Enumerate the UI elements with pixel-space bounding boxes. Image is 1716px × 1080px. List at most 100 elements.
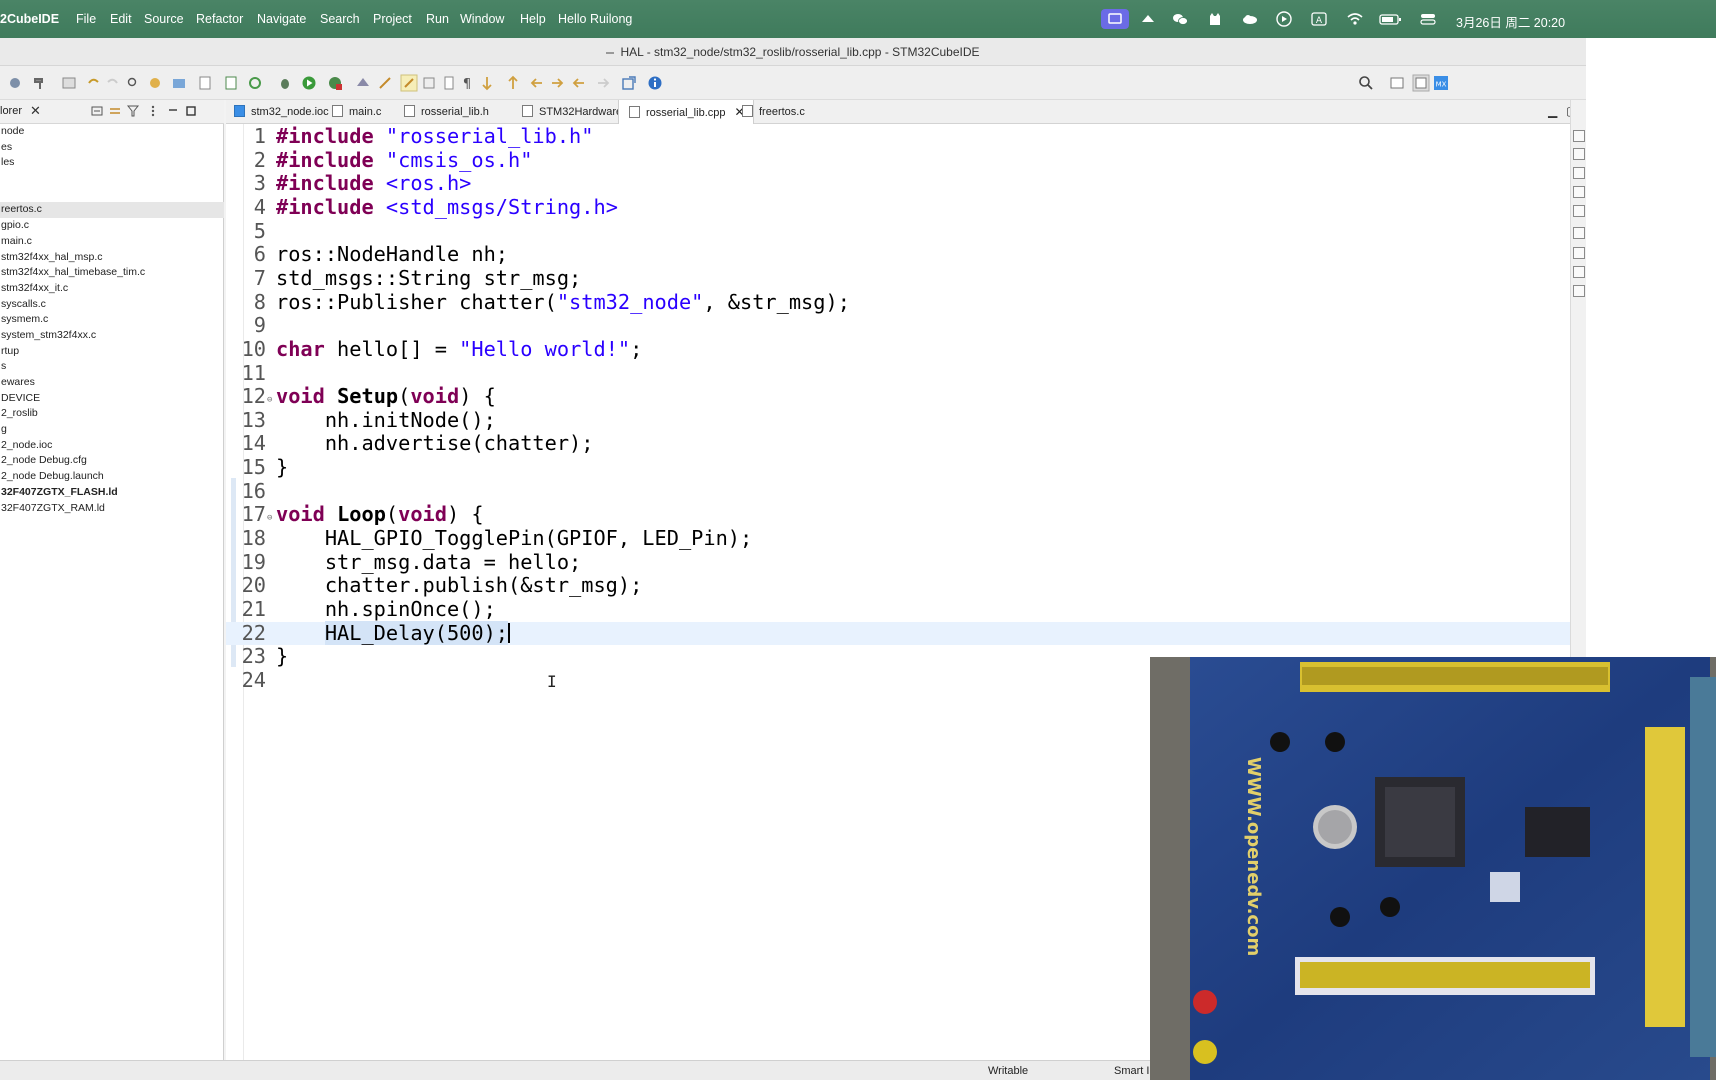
tree-item[interactable]: rtup [0, 344, 224, 360]
code-line[interactable]: 8 ros::Publisher chatter("stm32_node", &s… [226, 290, 1570, 315]
menu-help[interactable]: Help [520, 12, 546, 26]
next-annotation-icon[interactable] [478, 74, 496, 92]
menu-navigate[interactable]: Navigate [257, 12, 306, 26]
code-line[interactable]: 3 #include <ros.h> [226, 171, 1570, 196]
hammer-icon[interactable] [32, 74, 50, 92]
menu-run[interactable]: Run [426, 12, 449, 26]
bird-icon[interactable] [1138, 9, 1158, 29]
code-line[interactable]: 15} [226, 455, 1570, 480]
run-icon[interactable] [300, 74, 318, 92]
open-external-icon[interactable] [620, 74, 638, 92]
debug-icon[interactable] [276, 74, 294, 92]
editor-tab[interactable]: main.c [322, 100, 389, 124]
cpp-perspective-icon[interactable] [1412, 74, 1430, 92]
tree-item[interactable] [0, 171, 224, 187]
menu-file[interactable]: File [76, 12, 96, 26]
tree-item[interactable]: DEVICE [0, 391, 224, 407]
tree-item[interactable]: 2_node.ioc [0, 438, 224, 454]
code-line[interactable]: 9 [226, 314, 1570, 338]
tree-item[interactable]: 2_node Debug.launch [0, 469, 224, 485]
tree-item[interactable]: stm32f4xx_hal_timebase_tim.c [0, 265, 224, 281]
code-line[interactable]: 19 str_msg.data = hello; [226, 550, 1570, 575]
search-file-icon[interactable] [376, 74, 394, 92]
info-icon[interactable] [646, 74, 664, 92]
editor-tab[interactable]: freertos.c [732, 100, 813, 124]
toggle-block-icon[interactable] [420, 74, 438, 92]
view-icon[interactable] [1573, 167, 1585, 179]
back-icon[interactable] [570, 74, 588, 92]
cloud-icon[interactable] [1240, 9, 1260, 29]
tree-item[interactable]: syscalls.c [0, 297, 224, 313]
tree-item[interactable]: stm32f4xx_it.c [0, 281, 224, 297]
tree-item[interactable]: stm32f4xx_hal_msp.c [0, 250, 224, 266]
tree-item[interactable]: node [0, 124, 224, 140]
search-icon[interactable] [1357, 74, 1375, 92]
screen-mirror-icon[interactable] [1101, 9, 1129, 29]
search-tool-icon[interactable] [124, 74, 142, 92]
minimize-icon[interactable]: ▁ [1548, 104, 1557, 118]
link-editor-icon[interactable] [108, 104, 122, 118]
refresh-icon[interactable] [246, 74, 264, 92]
forward-icon[interactable] [594, 74, 612, 92]
maximize-icon[interactable] [184, 104, 198, 118]
code-line[interactable]: 21 nh.spinOnce(); [226, 597, 1570, 622]
code-line[interactable]: 14 nh.advertise(chatter); [226, 432, 1570, 456]
last-edit-icon[interactable] [528, 74, 546, 92]
wifi-icon[interactable] [1345, 9, 1365, 29]
menu-refactor[interactable]: Refactor [196, 12, 243, 26]
tree-item[interactable]: gpio.c [0, 218, 224, 234]
code-line[interactable]: 4 #include <std_msgs/String.h> [226, 195, 1570, 220]
tree-item[interactable]: reertos.c [0, 202, 224, 219]
open-perspective-icon[interactable] [1388, 74, 1406, 92]
code-line[interactable]: 5 [226, 219, 1570, 244]
view-menu-icon[interactable] [146, 104, 160, 118]
code-line[interactable]: 2 #include "cmsis_os.h" [226, 148, 1570, 173]
pilcrow-icon[interactable]: ¶ [458, 74, 476, 92]
tree-item[interactable]: 32F407ZGTX_RAM.ld [0, 501, 224, 517]
minimize-icon[interactable] [166, 104, 180, 118]
word-wrap-icon[interactable] [440, 74, 458, 92]
editor-tab[interactable]: rosserial_lib.h [394, 100, 497, 124]
menu-hello-ruilong[interactable]: Hello Ruilong [558, 12, 632, 26]
view-icon[interactable] [1573, 148, 1585, 160]
code-line[interactable]: 17 ⊖ void Loop(void) { [226, 503, 1570, 527]
binary-icon[interactable] [60, 74, 78, 92]
view-icon[interactable] [1573, 266, 1585, 278]
close-icon[interactable]: ✕ [30, 103, 41, 119]
view-icon[interactable] [1573, 227, 1585, 239]
external-tools-icon[interactable] [326, 74, 344, 92]
forward-edit-icon[interactable] [548, 74, 566, 92]
view-icon[interactable] [1573, 130, 1585, 142]
mx-perspective-icon[interactable]: MX [1432, 74, 1450, 92]
tree-item[interactable]: sysmem.c [0, 312, 224, 328]
hand-icon[interactable] [146, 74, 164, 92]
code-line[interactable]: 10 char hello[] = "Hello world!"; [226, 337, 1570, 362]
tree-item[interactable]: 2_roslib [0, 406, 224, 422]
play-icon[interactable] [1274, 9, 1294, 29]
build-config-icon[interactable] [6, 74, 24, 92]
code-line[interactable]: 20 chatter.publish(&str_msg); [226, 574, 1570, 598]
input-method-icon[interactable]: A [1309, 9, 1329, 29]
menu-search[interactable]: Search [320, 12, 360, 26]
tree-item[interactable]: main.c [0, 234, 224, 250]
menu-project[interactable]: Project [373, 12, 412, 26]
tree-item[interactable]: es [0, 140, 224, 156]
wechat-icon[interactable] [1170, 9, 1190, 29]
window-titlebar[interactable]: HAL - stm32_node/stm32_roslib/rosserial_… [0, 38, 1586, 66]
code-line[interactable]: 6 ros::NodeHandle nh; [226, 242, 1570, 267]
battery-icon[interactable] [1378, 9, 1404, 29]
editor-tab[interactable]: stm32_node.ioc [226, 100, 337, 124]
view-icon[interactable] [1573, 186, 1585, 198]
tree-item[interactable]: 32F407ZGTX_FLASH.ld [0, 485, 224, 501]
undo-icon[interactable] [84, 74, 102, 92]
menu-edit[interactable]: Edit [110, 12, 132, 26]
tree-item[interactable]: system_stm32f4xx.c [0, 328, 224, 344]
cat-icon[interactable] [1205, 9, 1225, 29]
menu-source[interactable]: Source [144, 12, 184, 26]
code-line[interactable]: 16 [226, 479, 1570, 504]
code-line[interactable]: 13 nh.initNode(); [226, 408, 1570, 433]
tree-item[interactable]: g [0, 422, 224, 438]
redo-icon[interactable] [104, 74, 122, 92]
code-line[interactable]: 12 ⊖ void Setup(void) { [226, 384, 1570, 409]
code-line[interactable]: 11 [226, 361, 1570, 386]
